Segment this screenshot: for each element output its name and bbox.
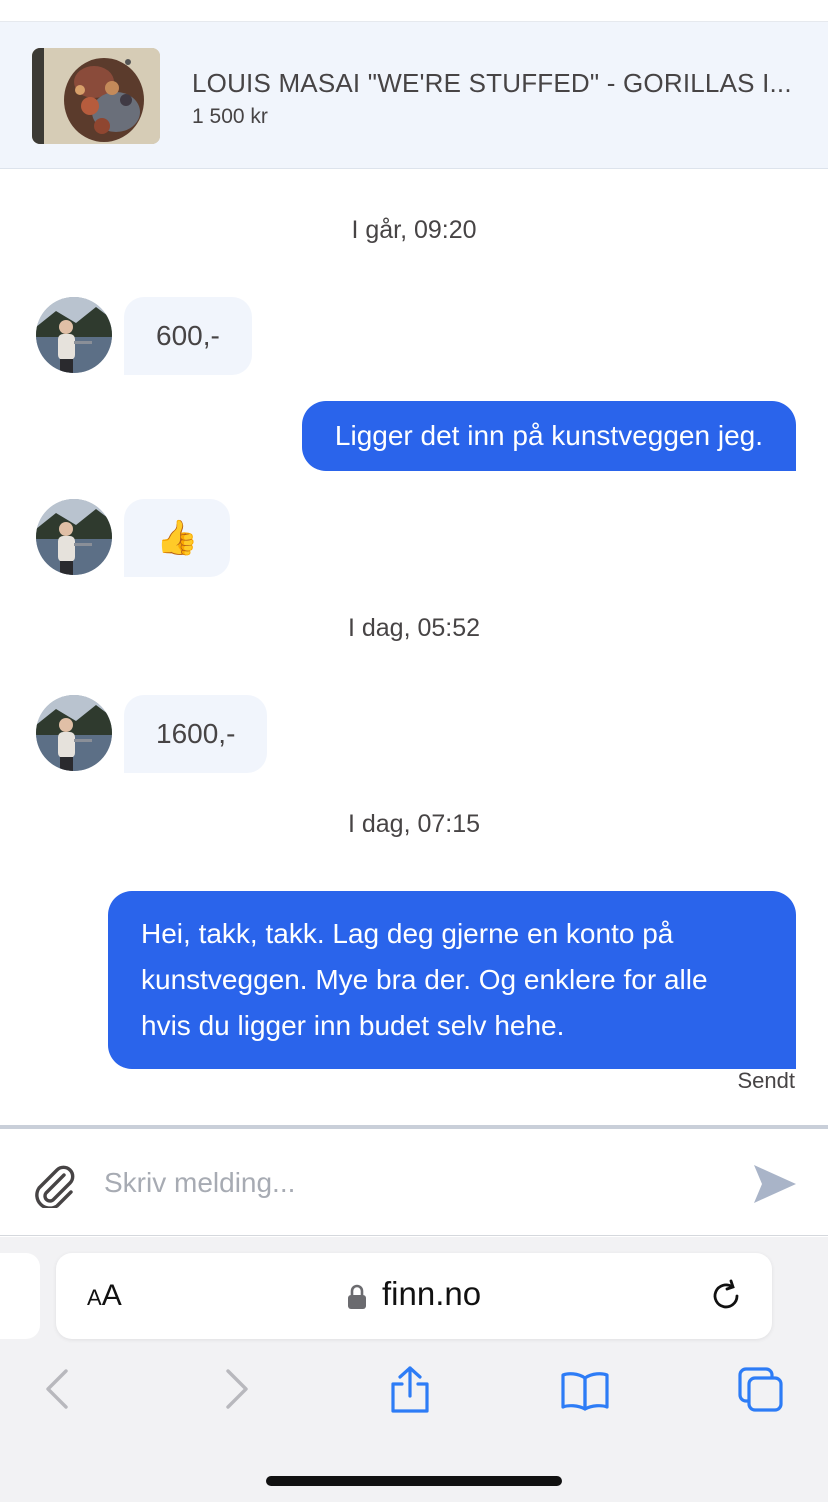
home-indicator (266, 1476, 562, 1486)
listing-header[interactable]: LOUIS MASAI "WE'RE STUFFED" - GORILLAS I… (0, 22, 828, 169)
message-bubble-incoming[interactable]: 👍 (124, 499, 231, 577)
timestamp: I dag, 07:15 (347, 810, 481, 838)
avatar[interactable] (36, 297, 112, 373)
previous-tab-peek[interactable] (0, 1253, 40, 1339)
forward-icon[interactable] (224, 1367, 250, 1416)
message-bubble-incoming[interactable]: 600,- (124, 297, 252, 375)
listing-title[interactable]: LOUIS MASAI "WE'RE STUFFED" - GORILLAS I… (192, 68, 792, 99)
address-bar[interactable]: AA finn.no (56, 1253, 772, 1339)
message-bubble-outgoing[interactable]: Hei, takk, takk. Lag deg gjerne en konto… (108, 891, 796, 1069)
back-icon[interactable] (44, 1367, 70, 1416)
paperclip-icon[interactable] (30, 1162, 76, 1210)
reload-icon[interactable] (710, 1279, 744, 1313)
message-thread[interactable]: I går, 09:20 600,- Ligger det inn på kun… (0, 170, 828, 1125)
avatar[interactable] (36, 499, 112, 575)
listing-thumbnail[interactable] (32, 48, 160, 144)
delivery-status: Sendt (737, 1068, 796, 1093)
send-icon[interactable] (752, 1163, 798, 1205)
listing-price: 1 500 kr (192, 105, 268, 128)
lock-icon (347, 1284, 367, 1310)
message-input[interactable] (104, 1159, 724, 1207)
timestamp: I går, 09:20 (351, 216, 477, 244)
message-bubble-outgoing[interactable]: Ligger det inn på kunstveggen jeg. (301, 401, 796, 471)
browser-toolbar: AA finn.no (0, 1237, 828, 1502)
bookmarks-icon[interactable] (560, 1371, 610, 1416)
avatar[interactable] (36, 695, 112, 771)
tabs-icon[interactable] (736, 1365, 786, 1420)
text-size-button[interactable]: AA (87, 1279, 122, 1313)
message-bubble-incoming[interactable]: 1600,- (124, 695, 268, 773)
timestamp: I dag, 05:52 (347, 614, 481, 642)
share-icon[interactable] (388, 1365, 432, 1420)
top-strip (0, 0, 828, 22)
message-composer (0, 1129, 828, 1236)
url-text[interactable]: finn.no (382, 1275, 481, 1313)
